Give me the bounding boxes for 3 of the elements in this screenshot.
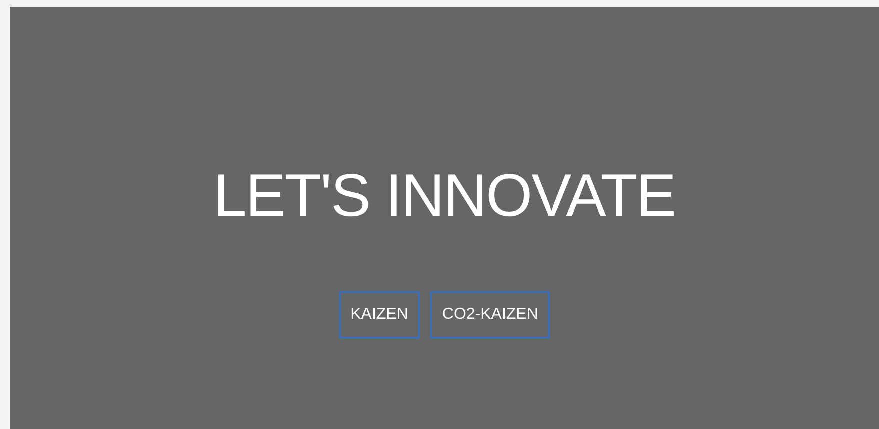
category-button[interactable]: KAIZEN: [338, 291, 420, 339]
hero-title: LET'S INNOVATE: [214, 165, 676, 227]
category-button[interactable]: CO2-KAIZEN: [430, 291, 550, 339]
